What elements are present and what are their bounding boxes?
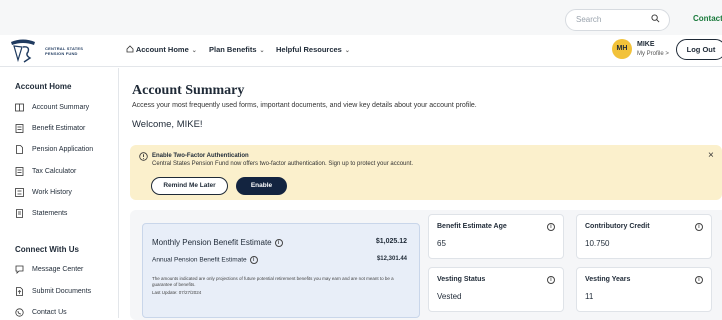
sidebar-item-label: Submit Documents <box>32 288 92 295</box>
info-icon <box>139 152 148 161</box>
sidebar-item-label: Message Center <box>32 266 84 273</box>
logo[interactable]: CENTRAL STATES PENSION FUND <box>8 38 118 66</box>
card-label: Vesting Years <box>585 276 631 283</box>
my-profile-link[interactable]: My Profile > <box>637 51 669 57</box>
chevron-down-icon: ⌄ <box>259 48 265 54</box>
user-name: MIKE <box>637 41 655 48</box>
home-icon <box>126 45 134 53</box>
card-value: 10.750 <box>585 239 610 248</box>
last-update: Last Update: 07/27/2024 <box>152 290 202 295</box>
alert-title: Enable Two-Factor Authentication <box>152 153 249 159</box>
main-header: CENTRAL STATES PENSION FUND Account Home… <box>0 35 722 67</box>
sidebar-item-label: Statements <box>32 210 68 217</box>
close-icon[interactable]: × <box>708 150 714 161</box>
two-factor-alert: Enable Two-Factor Authentication Central… <box>130 145 722 200</box>
sidebar-item-label: Work History <box>32 189 72 196</box>
sidebar-item-label: Tax Calculator <box>32 168 77 175</box>
welcome-message: Welcome, MIKE! <box>132 119 203 130</box>
estimate-disclaimer: The amounts indicated are only projectio… <box>152 276 394 287</box>
logo-emblem-icon <box>11 39 35 63</box>
avatar[interactable]: MH <box>612 39 632 59</box>
card-label: Contributory Credit <box>585 223 650 230</box>
logo-text: CENTRAL STATES PENSION FUND <box>45 46 83 56</box>
chevron-down-icon: ⌄ <box>191 48 197 54</box>
sidebar-item-label: Contact Us <box>32 309 67 316</box>
monthly-estimate-value: $1,025.12 <box>375 238 407 245</box>
sidebar-item-label: Account Summary <box>32 104 90 111</box>
statement-icon <box>16 209 23 218</box>
card-vesting-status: Vesting Status Vested i <box>428 267 564 312</box>
sidebar-section-account-home: Account Home <box>15 82 72 91</box>
main-content: Account Summary Access your most frequen… <box>120 68 722 320</box>
contact-us-link[interactable]: Contact U <box>693 14 722 23</box>
sidebar-item-label: Pension Application <box>32 146 94 153</box>
card-label: Benefit Estimate Age <box>437 223 507 230</box>
pension-estimate-card: Monthly Pension Benefit Estimate i $1,025… <box>142 223 420 318</box>
info-icon[interactable]: i <box>547 223 555 231</box>
info-icon[interactable]: i <box>249 256 258 264</box>
monthly-estimate-label: Monthly Pension Benefit Estimate <box>152 238 272 247</box>
nav-account-home-label: Account Home <box>135 45 189 54</box>
card-contributory-credit: Contributory Credit 10.750 i <box>576 214 712 259</box>
chevron-down-icon: ⌄ <box>344 48 350 54</box>
enable-button[interactable]: Enable <box>236 177 287 195</box>
logout-button[interactable]: Log Out <box>676 39 722 60</box>
card-value: 11 <box>585 292 594 301</box>
info-icon[interactable]: i <box>695 223 703 231</box>
nav-plan-benefits-label: Plan Benefits <box>209 45 257 54</box>
calculator-icon <box>15 124 24 133</box>
nav-helpful-resources[interactable]: Helpful Resources ⌄ <box>276 45 350 54</box>
page-title: Account Summary <box>132 83 245 98</box>
summary-panel: Monthly Pension Benefit Estimate i $1,025… <box>130 210 722 320</box>
nav-account-home[interactable]: Account Home ⌄ <box>126 45 197 54</box>
card-label: Vesting Status <box>437 276 486 283</box>
logo-line2: PENSION FUND <box>45 51 78 56</box>
book-icon <box>15 103 24 112</box>
card-vesting-years: Vesting Years 11 i <box>576 267 712 312</box>
annual-estimate-label: Annual Pension Benefit Estimate <box>152 256 247 264</box>
card-value: 65 <box>437 239 446 248</box>
info-icon[interactable]: i <box>695 276 703 284</box>
utility-bar: Search Contact U <box>0 0 722 35</box>
list-icon <box>15 188 24 197</box>
alert-body: Central States Pension Fund now offers t… <box>152 161 414 167</box>
search-placeholder: Search <box>576 15 602 24</box>
page-subtitle: Access your most frequently used forms, … <box>132 102 477 109</box>
card-value: Vested <box>437 292 462 301</box>
calculator-icon <box>15 167 24 176</box>
sidebar-section-connect: Connect With Us <box>15 245 79 254</box>
card-benefit-estimate-age: Benefit Estimate Age 65 i <box>428 214 564 259</box>
phone-icon <box>15 308 24 317</box>
nav-plan-benefits[interactable]: Plan Benefits ⌄ <box>209 45 265 54</box>
message-icon <box>15 265 24 274</box>
sidebar-item-label: Benefit Estimator <box>32 125 86 132</box>
nav-helpful-resources-label: Helpful Resources <box>276 45 342 54</box>
sidebar: Account Home Account Summary Benefit Est… <box>0 68 119 318</box>
search-icon[interactable] <box>651 14 660 23</box>
remind-me-later-button[interactable]: Remind Me Later <box>151 177 228 195</box>
document-icon <box>16 145 23 154</box>
info-icon[interactable]: i <box>547 276 555 284</box>
monthly-estimate-row: Monthly Pension Benefit Estimate i <box>152 238 283 247</box>
info-icon[interactable]: i <box>274 238 283 247</box>
upload-icon <box>16 287 23 296</box>
annual-estimate-row: Annual Pension Benefit Estimate i <box>152 256 258 264</box>
search-input[interactable]: Search <box>565 9 670 31</box>
annual-estimate-value: $12,301.44 <box>376 256 407 262</box>
